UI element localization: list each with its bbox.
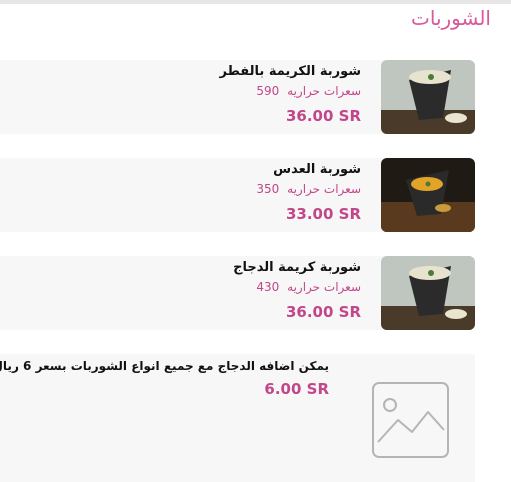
item-name: شوربة كريمة الدجاج	[233, 260, 361, 275]
image-placeholder-icon	[372, 382, 449, 458]
item-calories: سعرات حراريه 350	[256, 182, 361, 197]
top-bar	[0, 0, 511, 4]
section-title: الشوربات	[411, 6, 491, 30]
item-name: شوربة الكريمة بالفطر	[219, 64, 361, 79]
menu-item-card[interactable]: شوربة كريمة الدجاج سعرات حراريه 430 36.0…	[0, 256, 475, 330]
calories-value: 350	[256, 182, 280, 196]
calories-label: سعرات حراريه	[287, 182, 361, 196]
addon-card[interactable]: يمكن اضافه الدجاج مع جميع انواع الشوربات…	[0, 354, 475, 482]
calories-value: 590	[256, 84, 280, 98]
soup-image	[381, 158, 475, 232]
menu-item-card[interactable]: شوربة العدس سعرات حراريه 350 33.00 SR	[0, 158, 475, 232]
calories-value: 430	[256, 280, 280, 294]
calories-label: سعرات حراريه	[287, 84, 361, 98]
addon-text: يمكن اضافه الدجاج مع جميع انواع الشوربات…	[0, 359, 329, 373]
calories-label: سعرات حراريه	[287, 280, 361, 294]
item-calories: سعرات حراريه 590	[220, 84, 361, 99]
item-price: 33.00 SR	[285, 205, 361, 223]
item-calories: سعرات حراريه 430	[233, 280, 361, 295]
item-price: 36.00 SR	[285, 107, 361, 125]
item-price: 36.00 SR	[285, 303, 361, 321]
addon-price: 6.00 SR	[264, 380, 329, 398]
item-name: شوربة العدس	[273, 162, 361, 177]
soup-image	[381, 60, 475, 134]
soup-image	[381, 256, 475, 330]
menu-item-card[interactable]: شوربة الكريمة بالفطر سعرات حراريه 590 36…	[0, 60, 475, 134]
